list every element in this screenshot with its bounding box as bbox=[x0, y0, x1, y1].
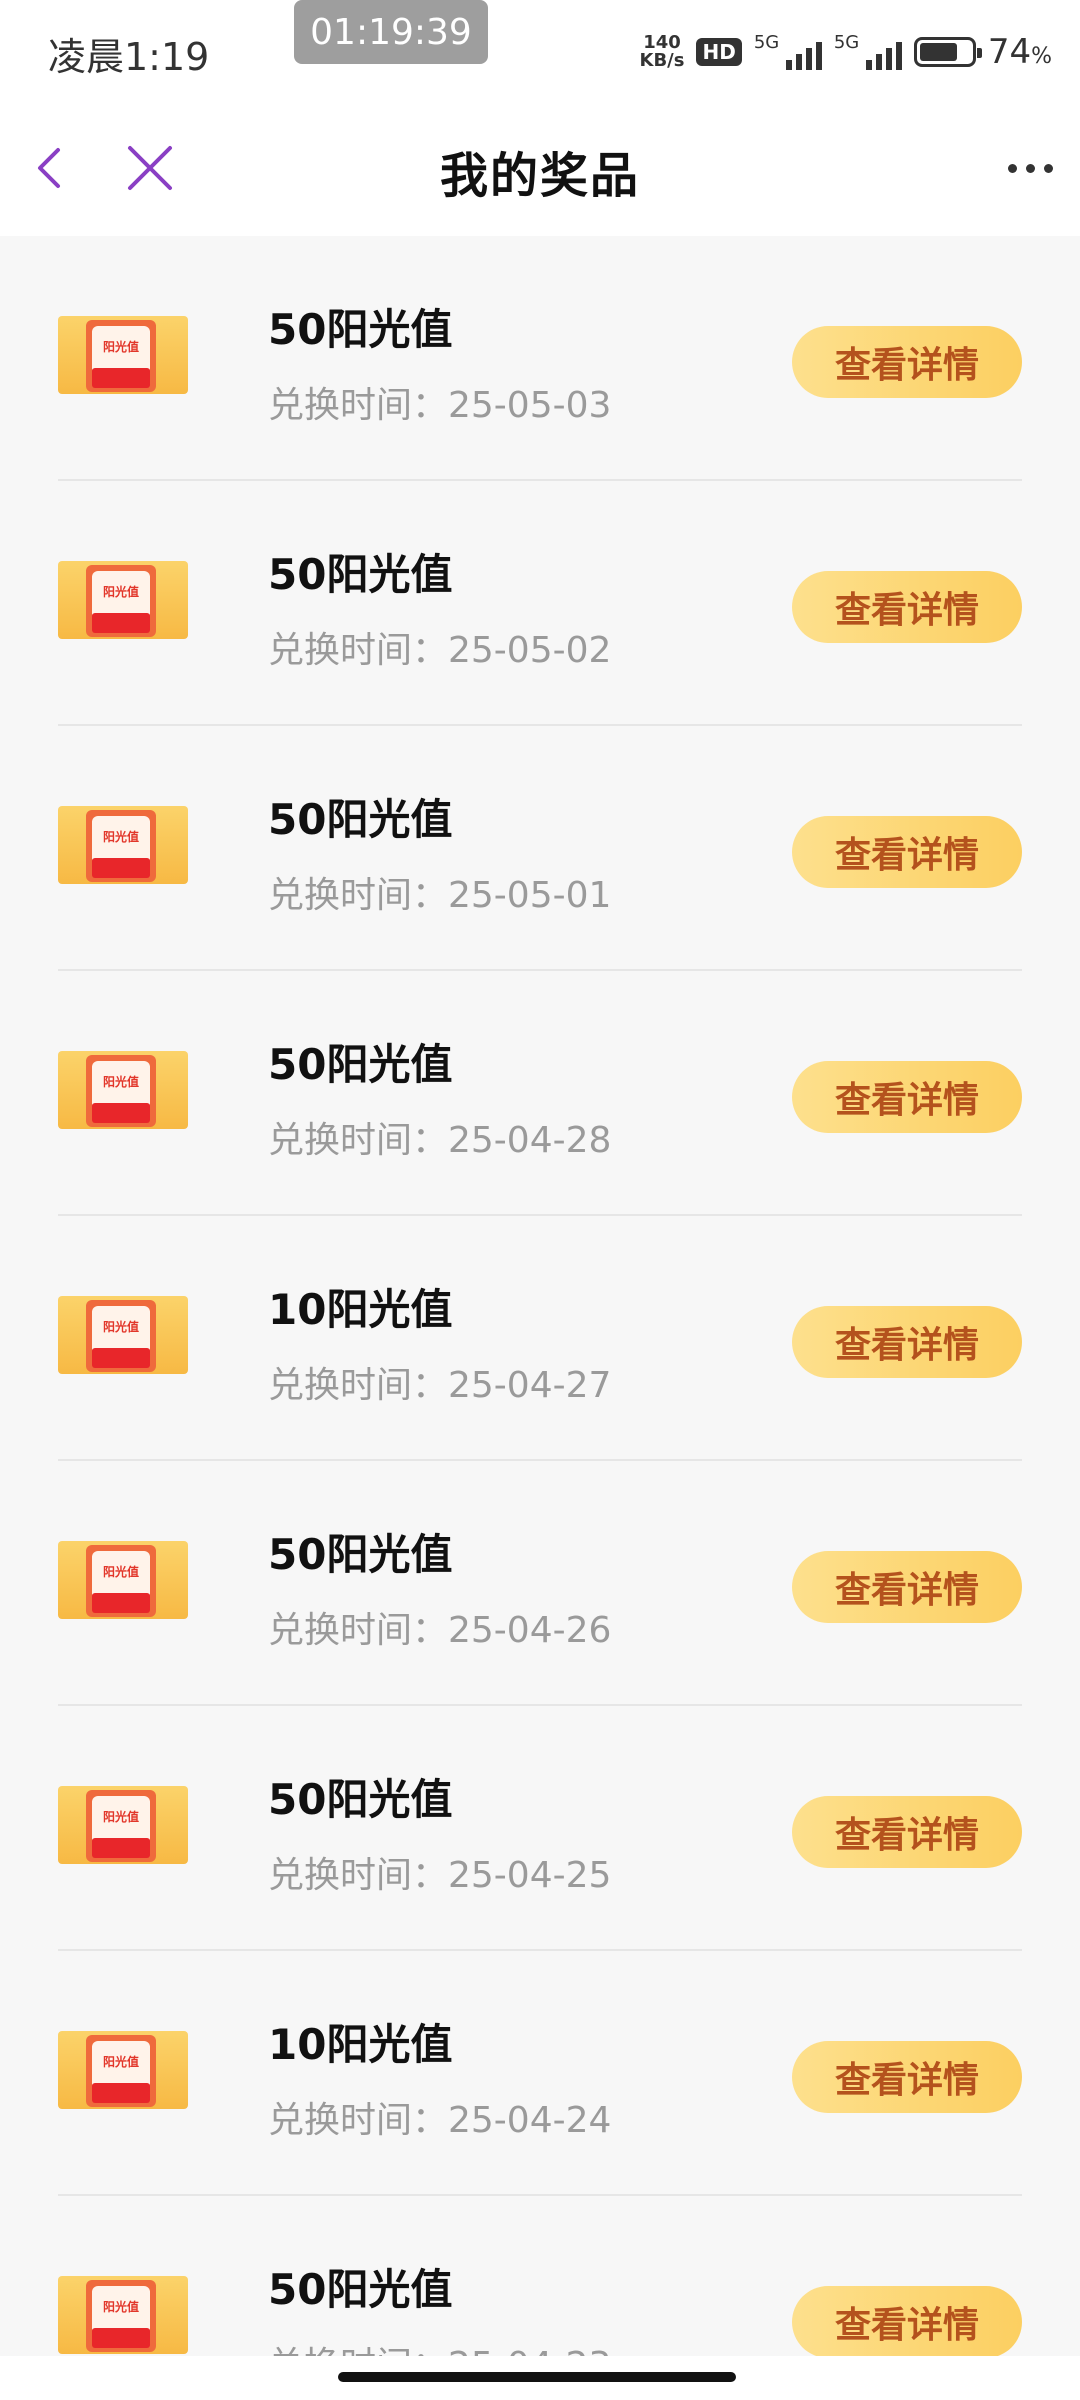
view-details-button[interactable]: 查看详情 bbox=[792, 816, 1022, 888]
sunshine-voucher-icon: 阳光值 bbox=[58, 1051, 188, 1129]
exchange-time: 兑换时间：25-04-23 bbox=[268, 2336, 611, 2356]
sunshine-voucher-icon: 阳光值 bbox=[58, 1786, 188, 1864]
sunshine-voucher-icon: 阳光值 bbox=[58, 2031, 188, 2109]
prize-name: 10阳光值 bbox=[268, 2020, 453, 2069]
prize-name: 50阳光值 bbox=[268, 1530, 453, 1579]
view-details-button[interactable]: 查看详情 bbox=[792, 571, 1022, 643]
sunshine-voucher-icon: 阳光值 bbox=[58, 316, 188, 394]
view-details-button[interactable]: 查看详情 bbox=[792, 1061, 1022, 1133]
list-item: 阳光值 50阳光值 兑换时间：25-04-28 查看详情 bbox=[0, 971, 1080, 1216]
list-item: 阳光值 50阳光值 兑换时间：25-05-01 查看详情 bbox=[0, 726, 1080, 971]
status-icons: 140 KB/s HD 5G 5G 74% bbox=[640, 30, 1052, 74]
exchange-time: 兑换时间：25-05-01 bbox=[268, 875, 612, 916]
home-indicator[interactable] bbox=[338, 2372, 736, 2382]
sunshine-voucher-icon: 阳光值 bbox=[58, 806, 188, 884]
battery-icon bbox=[913, 37, 982, 67]
network-speed: 140 KB/s bbox=[639, 32, 685, 71]
prize-name: 50阳光值 bbox=[268, 1040, 453, 1089]
signal-icon-2: 5G bbox=[834, 32, 902, 72]
status-bar: 凌晨1:19 01:19:39 140 KB/s HD 5G 5G 74% bbox=[0, 0, 1080, 100]
prize-list: 阳光值 50阳光值 兑换时间：25-05-03 查看详情 阳光值 50阳光值 兑… bbox=[0, 236, 1080, 2356]
status-time: 凌晨1:19 bbox=[48, 35, 210, 79]
view-details-button[interactable]: 查看详情 bbox=[792, 2041, 1022, 2113]
sunshine-voucher-icon: 阳光值 bbox=[58, 1541, 188, 1619]
list-item: 阳光值 50阳光值 兑换时间：25-04-26 查看详情 bbox=[0, 1461, 1080, 1706]
list-item: 阳光值 50阳光值 兑换时间：25-04-25 查看详情 bbox=[0, 1706, 1080, 1951]
sunshine-voucher-icon: 阳光值 bbox=[58, 1296, 188, 1374]
gesture-bar bbox=[0, 2356, 1080, 2400]
battery-percent: 74% bbox=[987, 32, 1052, 72]
prize-name: 50阳光值 bbox=[268, 2265, 453, 2314]
view-details-button[interactable]: 查看详情 bbox=[792, 1796, 1022, 1868]
prize-name: 50阳光值 bbox=[268, 795, 453, 844]
sunshine-voucher-icon: 阳光值 bbox=[58, 2276, 188, 2354]
screen-record-timer: 01:19:39 bbox=[294, 0, 488, 64]
sunshine-voucher-icon: 阳光值 bbox=[58, 561, 188, 639]
view-details-button[interactable]: 查看详情 bbox=[792, 1306, 1022, 1378]
signal-icon: 5G bbox=[754, 32, 822, 72]
exchange-time: 兑换时间：25-05-03 bbox=[268, 385, 612, 426]
list-item: 阳光值 10阳光值 兑换时间：25-04-27 查看详情 bbox=[0, 1216, 1080, 1461]
page-title: 我的奖品 bbox=[439, 148, 640, 204]
prize-name: 50阳光值 bbox=[268, 305, 453, 354]
view-details-button[interactable]: 查看详情 bbox=[792, 326, 1022, 398]
exchange-time: 兑换时间：25-04-26 bbox=[268, 1610, 612, 1651]
list-item: 阳光值 50阳光值 兑换时间：25-04-23 查看详情 bbox=[0, 2196, 1080, 2356]
hd-icon: HD bbox=[696, 38, 742, 66]
list-item: 阳光值 10阳光值 兑换时间：25-04-24 查看详情 bbox=[0, 1951, 1080, 2196]
prize-name: 10阳光值 bbox=[268, 1285, 453, 1334]
exchange-time: 兑换时间：25-04-25 bbox=[268, 1855, 612, 1896]
list-item: 阳光值 50阳光值 兑换时间：25-05-02 查看详情 bbox=[0, 481, 1080, 726]
view-details-button[interactable]: 查看详情 bbox=[792, 2286, 1022, 2356]
nav-bar: 我的奖品 bbox=[0, 100, 1080, 236]
exchange-time: 兑换时间：25-05-02 bbox=[268, 630, 612, 671]
list-item: 阳光值 50阳光值 兑换时间：25-05-03 查看详情 bbox=[0, 236, 1080, 481]
prize-name: 50阳光值 bbox=[268, 550, 453, 599]
more-dots-icon[interactable] bbox=[1000, 148, 1060, 188]
exchange-time: 兑换时间：25-04-24 bbox=[268, 2100, 612, 2141]
exchange-time: 兑换时间：25-04-27 bbox=[268, 1365, 612, 1406]
view-details-button[interactable]: 查看详情 bbox=[792, 1551, 1022, 1623]
prize-name: 50阳光值 bbox=[268, 1775, 453, 1824]
exchange-time: 兑换时间：25-04-28 bbox=[268, 1120, 612, 1161]
